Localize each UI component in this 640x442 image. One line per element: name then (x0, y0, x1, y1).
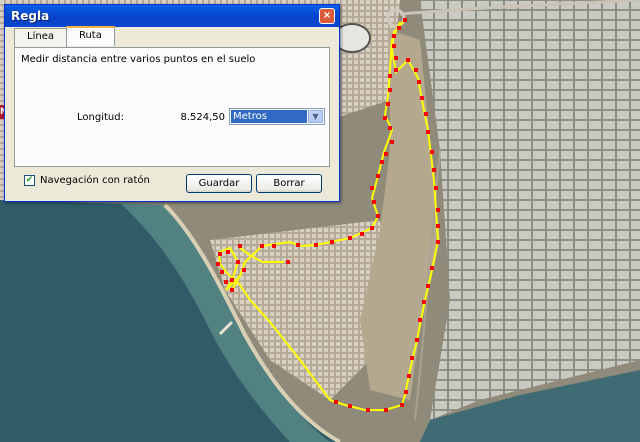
mouse-navigation-row: ✔ Navegación con ratón (24, 175, 150, 186)
greenhouse-fields (420, 0, 640, 420)
save-button[interactable]: Guardar (186, 174, 252, 193)
unit-selected-value: Metros (231, 110, 307, 123)
close-icon: × (322, 10, 332, 21)
mouse-navigation-checkbox[interactable]: ✔ (24, 175, 35, 186)
mouse-navigation-label: Navegación con ratón (40, 175, 150, 186)
clear-button[interactable]: Borrar (256, 174, 322, 193)
tab-panel: Medir distancia entre varios puntos en e… (14, 47, 330, 167)
close-button[interactable]: × (319, 8, 335, 24)
unit-select[interactable]: Metros ▼ (229, 108, 325, 125)
title-bar[interactable]: Regla × (5, 5, 339, 27)
length-value: 8.524,50 (180, 112, 225, 123)
tab-line[interactable]: Línea (14, 28, 67, 48)
length-label: Longitud: (77, 112, 124, 123)
panel-description: Medir distancia entre varios puntos en e… (21, 54, 256, 65)
tab-path[interactable]: Ruta (65, 26, 115, 46)
window-title: Regla (11, 9, 50, 23)
tab-bar: Línea Ruta (14, 26, 115, 48)
chevron-down-icon[interactable]: ▼ (308, 110, 323, 123)
